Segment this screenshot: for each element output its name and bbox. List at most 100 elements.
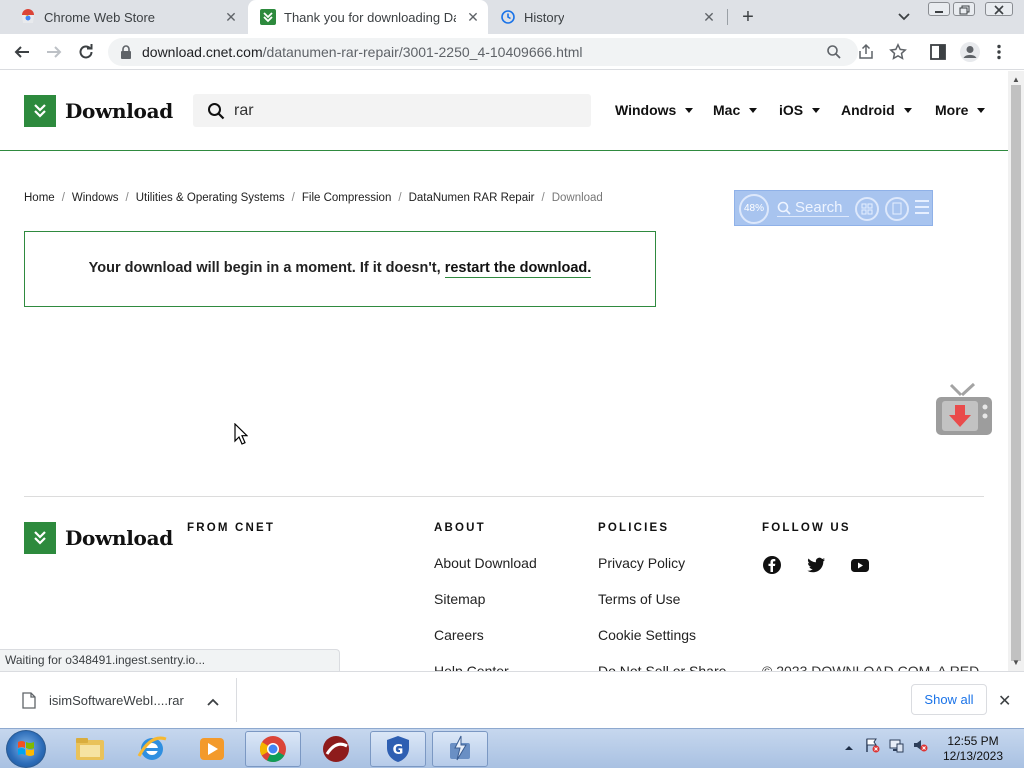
footer-link-privacy[interactable]: Privacy Policy	[598, 555, 685, 571]
nav-mac[interactable]: Mac	[713, 102, 758, 118]
shelf-divider	[236, 678, 237, 722]
red-app-taskbar-icon[interactable]	[308, 731, 364, 767]
footer-link-do-not-sell[interactable]: Do Not Sell or Share	[598, 663, 726, 671]
breadcrumb-datanumen[interactable]: DataNumen RAR Repair	[409, 192, 535, 204]
share-icon[interactable]	[857, 43, 875, 61]
chevron-up-icon[interactable]	[206, 694, 220, 712]
nav-ios[interactable]: iOS	[779, 102, 821, 118]
facebook-icon[interactable]	[762, 555, 782, 575]
new-tab-icon[interactable]: +	[737, 6, 759, 28]
tab-title: History	[524, 9, 565, 25]
grid-icon[interactable]	[855, 197, 879, 221]
overlay-toolbar-widget[interactable]: 48% Search	[734, 190, 933, 226]
footer-link-careers[interactable]: Careers	[434, 627, 484, 643]
nav-label: More	[935, 102, 969, 118]
footer-link-terms[interactable]: Terms of Use	[598, 591, 680, 607]
address-bar[interactable]: download.cnet.com/datanumen-rar-repair/3…	[108, 38, 858, 66]
restore-window-icon[interactable]	[953, 2, 975, 16]
search-icon	[207, 102, 225, 125]
tab-chrome-web-store[interactable]: Chrome Web Store ✕	[0, 0, 248, 34]
caret-down-icon	[685, 107, 694, 113]
media-player-taskbar-icon[interactable]	[184, 731, 240, 767]
profile-avatar-icon[interactable]	[959, 41, 981, 63]
breadcrumb-home[interactable]: Home	[24, 192, 55, 204]
breadcrumb: Home / Windows / Utilities & Operating Syste…	[24, 192, 603, 204]
start-button[interactable]	[6, 730, 46, 768]
close-tab-icon[interactable]: ✕	[466, 10, 480, 24]
notice-text: Your download will begin in a moment. If…	[88, 260, 441, 276]
footer-link-cookies[interactable]: Cookie Settings	[598, 627, 696, 643]
footer-link-help-center[interactable]: Help Center	[434, 663, 509, 671]
footer-follow-title: FOLLOW US	[762, 522, 851, 534]
shield-g-taskbar-icon[interactable]: G	[370, 731, 426, 767]
nav-windows[interactable]: Windows	[615, 102, 694, 118]
footer-link-sitemap[interactable]: Sitemap	[434, 591, 485, 607]
download-favicon-icon	[260, 9, 276, 25]
download-shelf: isimSoftwareWebI....rar Show all ✕	[0, 671, 1024, 728]
explorer-taskbar-icon[interactable]	[62, 731, 118, 767]
history-clock-icon	[500, 9, 516, 25]
footer-link-about-download[interactable]: About Download	[434, 555, 537, 571]
taskbar-clock[interactable]: 12:55 PM 12/13/2023	[936, 734, 1010, 764]
tab-thank-you[interactable]: Thank you for downloading Data ✕	[248, 0, 488, 34]
breadcrumb-file-compression[interactable]: File Compression	[302, 192, 391, 204]
status-bubble: Waiting for o348491.ingest.sentry.io...	[0, 649, 340, 671]
network-icon[interactable]	[888, 737, 904, 758]
forward-arrow-icon[interactable]	[43, 41, 65, 63]
scrollbar-thumb[interactable]	[1011, 85, 1021, 661]
restart-download-link[interactable]: restart the download.	[444, 260, 592, 278]
overlay-search-label[interactable]: Search	[777, 199, 849, 217]
breadcrumb-utilities[interactable]: Utilities & Operating Systems	[136, 192, 285, 204]
bookmark-star-icon[interactable]	[889, 43, 907, 61]
back-arrow-icon[interactable]	[11, 41, 33, 63]
footer-about-title: ABOUT	[434, 522, 486, 534]
close-window-icon[interactable]	[985, 2, 1013, 16]
page-viewport: Download rar Windows Mac iOS Android Mor…	[0, 71, 1008, 671]
footer-download-logo[interactable]: Download	[24, 522, 173, 554]
action-center-flag-icon[interactable]	[864, 737, 880, 758]
scroll-up-arrow-icon[interactable]: ▲	[1012, 75, 1020, 84]
tab-history[interactable]: History ✕	[488, 0, 726, 34]
side-panel-icon[interactable]	[929, 43, 947, 61]
nav-label: Mac	[713, 102, 741, 118]
close-tab-icon[interactable]: ✕	[702, 10, 716, 24]
breadcrumb-windows[interactable]: Windows	[72, 192, 119, 204]
progress-badge: 48%	[739, 194, 769, 224]
youtube-icon[interactable]	[850, 555, 870, 575]
zoom-search-icon[interactable]	[826, 44, 842, 60]
chrome-taskbar-icon[interactable]	[245, 731, 301, 767]
hamburger-menu-icon[interactable]	[915, 200, 929, 218]
setup-taskbar-icon[interactable]	[432, 731, 488, 767]
document-icon[interactable]	[885, 197, 909, 221]
lock-icon[interactable]	[120, 45, 132, 64]
tab-strip: Chrome Web Store ✕ Thank you for downloa…	[0, 0, 1024, 34]
caret-down-icon	[903, 107, 912, 113]
show-all-button[interactable]: Show all	[911, 684, 987, 715]
nav-more[interactable]: More	[935, 102, 986, 118]
download-logo[interactable]: Download	[24, 95, 173, 127]
close-tab-icon[interactable]: ✕	[224, 10, 238, 24]
close-shelf-icon[interactable]: ✕	[998, 691, 1011, 711]
video-download-tv-icon[interactable]	[934, 382, 994, 439]
footer-from-cnet-title: FROM CNET	[187, 522, 276, 534]
twitter-icon[interactable]	[806, 555, 826, 575]
url-host: download.cnet.com	[142, 44, 263, 60]
nav-android[interactable]: Android	[841, 102, 912, 118]
scroll-down-arrow-icon[interactable]: ▼	[1012, 658, 1020, 667]
caret-down-icon	[977, 107, 986, 113]
download-filename[interactable]: isimSoftwareWebI....rar	[49, 693, 184, 708]
tray-expand-icon[interactable]	[844, 739, 854, 757]
minimize-window-icon[interactable]	[928, 2, 950, 16]
url-path: /datanumen-rar-repair/3001-2250_4-104096…	[262, 44, 583, 60]
page-scrollbar[interactable]: ▲ ▼	[1008, 71, 1024, 671]
internet-explorer-taskbar-icon[interactable]	[124, 731, 180, 767]
site-search-input[interactable]: rar	[193, 94, 591, 127]
volume-muted-icon[interactable]	[912, 737, 928, 758]
logo-text: Download	[65, 99, 173, 123]
clock-date: 12/13/2023	[942, 749, 1004, 763]
reload-icon[interactable]	[75, 41, 97, 63]
kebab-menu-icon[interactable]	[994, 43, 1004, 61]
nav-label: Android	[841, 102, 895, 118]
nav-label: iOS	[779, 102, 804, 118]
tab-search-chevron-icon[interactable]	[894, 8, 914, 26]
